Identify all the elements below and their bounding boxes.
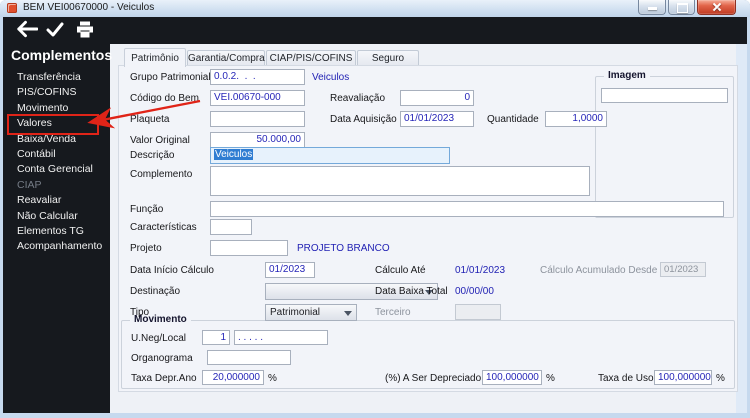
tab-patrimonio[interactable]: Patrimônio [124,48,186,67]
a-ser-depreciado-label: (%) A Ser Depreciado [385,373,482,384]
data-aquisicao-field[interactable]: 01/01/2023 [400,111,474,127]
terceiro-field [455,304,501,320]
close-button[interactable] [697,0,736,15]
destinacao-label: Destinação [130,286,181,297]
a-ser-depreciado-field[interactable]: 100,000000 [482,370,542,385]
taxa-depr-ano-field[interactable]: 20,000000 [202,370,264,385]
reavaliacao-field[interactable]: 0 [400,90,474,106]
descricao-label: Descrição [130,150,175,161]
app-icon [7,3,17,13]
projeto-label: Projeto [130,243,162,254]
quantidade-field[interactable]: 1,0000 [545,111,607,127]
taxa-de-uso-field[interactable]: 100,000000 [654,370,712,385]
organograma-label: Organograma [131,353,193,364]
print-button[interactable] [76,21,102,42]
data-aquisicao-label: Data Aquisição [330,114,397,125]
codigo-bem-label: Código do Bem [130,93,199,104]
sidebar-item-nao-calcular[interactable]: Não Calcular [10,209,102,224]
maximize-button[interactable] [668,0,695,15]
funcao-field[interactable] [210,201,724,217]
tab-garantia-compra[interactable]: Garantia/Compra [187,50,265,66]
sidebar-item-contabil[interactable]: Contábil [10,147,102,162]
uneg-local-label: U.Neg/Local [131,333,187,344]
sidebar-menu: Transferência PIS/COFINS Movimento Valor… [10,70,102,255]
quantidade-label: Quantidade [487,114,539,125]
plaqueta-label: Plaqueta [130,114,170,125]
window-title: BEM VEI00670000 - Veiculos [23,2,155,13]
valor-original-label: Valor Original [130,135,190,146]
sidebar-item-baixa-venda[interactable]: Baixa/Venda [10,132,102,147]
terceiro-label: Terceiro [375,307,411,318]
grupo-patrimonial-label: Grupo Patrimonial [130,72,211,83]
caracteristicas-label: Características [130,222,197,233]
valor-original-field[interactable]: 50.000,00 [210,132,305,148]
tipo-dropdown[interactable]: Patrimonial [265,304,357,321]
complemento-label: Complemento [130,169,193,180]
chevron-down-icon [344,311,352,316]
window-border-bottom [0,413,750,418]
window-border-left [0,17,3,418]
taxa-de-uso-unit: % [716,373,725,384]
funcao-label: Função [130,204,164,215]
sidebar-item-transferencia[interactable]: Transferência [10,70,102,85]
data-inicio-calculo-field[interactable]: 01/2023 [265,262,315,278]
uneg-local-field-1[interactable]: 1 [202,330,230,345]
complemento-field[interactable] [210,166,590,196]
printer-icon [77,21,93,38]
a-ser-depreciado-unit: % [546,373,555,384]
grupo-patrimonial-description: Veiculos [312,72,350,83]
organograma-field[interactable] [207,350,291,365]
sidebar-item-elementos-tg[interactable]: Elementos TG [10,224,102,239]
descricao-field[interactable]: Veiculos [210,147,450,164]
calculo-ate-label: Cálculo Até [375,265,426,276]
calculo-ate-value: 01/01/2023 [455,265,506,276]
sidebar-item-acompanhamento[interactable]: Acompanhamento [10,239,102,254]
grupo-patrimonial-field[interactable]: 0.0.2. . . [210,69,305,85]
data-baixa-total-value: 00/00/00 [455,286,494,297]
imagem-field[interactable] [601,88,728,103]
sidebar-item-valores[interactable]: Valores [10,116,102,131]
calculo-acumulado-desde-label: Cálculo Acumulado Desde [540,265,658,276]
sidebar-item-movimento[interactable]: Movimento [10,101,102,116]
calculo-acumulado-desde-field: 01/2023 [660,262,706,277]
projeto-field[interactable] [210,240,288,256]
data-inicio-calculo-label: Data Início Cálculo [130,265,214,276]
projeto-description: PROJETO BRANCO [297,243,390,254]
tipo-value: Patrimonial [270,307,321,318]
imagem-group-label: Imagem [604,70,650,81]
minimize-button[interactable] [638,0,666,15]
sidebar-item-reavaliar[interactable]: Reavaliar [10,193,102,208]
taxa-depr-ano-label: Taxa Depr.Ano [131,373,197,384]
confirm-button[interactable] [46,22,72,43]
reavaliacao-label: Reavaliação [330,93,386,104]
codigo-bem-field[interactable]: VEI.00670-000 [210,90,305,106]
data-baixa-total-label: Data Baixa Total [375,286,448,297]
sidebar-title: Complementos [11,47,113,63]
uneg-local-field-2[interactable]: . . . . . [234,330,328,345]
toolbar [3,17,747,44]
app-window: BEM VEI00670000 - Veiculos Complementos … [0,0,750,418]
maximize-icon [677,3,688,13]
tab-seguro[interactable]: Seguro [357,50,419,66]
caracteristicas-field[interactable] [210,219,252,235]
sidebar-item-conta-gerencial[interactable]: Conta Gerencial [10,162,102,177]
sidebar-item-ciap: CIAP [17,178,42,191]
tab-ciap-pis-cofins[interactable]: CIAP/PIS/COFINS [266,50,356,66]
back-button[interactable] [13,20,39,41]
tipo-label: Tipo [130,307,150,318]
descricao-selected-text: Veiculos [214,149,254,160]
sidebar-item-pis-cofins[interactable]: PIS/COFINS [10,85,102,100]
plaqueta-field[interactable] [210,111,305,127]
back-arrow-icon [17,20,39,38]
taxa-de-uso-label: Taxa de Uso [598,373,654,384]
check-icon [46,22,64,37]
taxa-depr-ano-unit: % [268,373,277,384]
minimize-icon [648,7,657,10]
